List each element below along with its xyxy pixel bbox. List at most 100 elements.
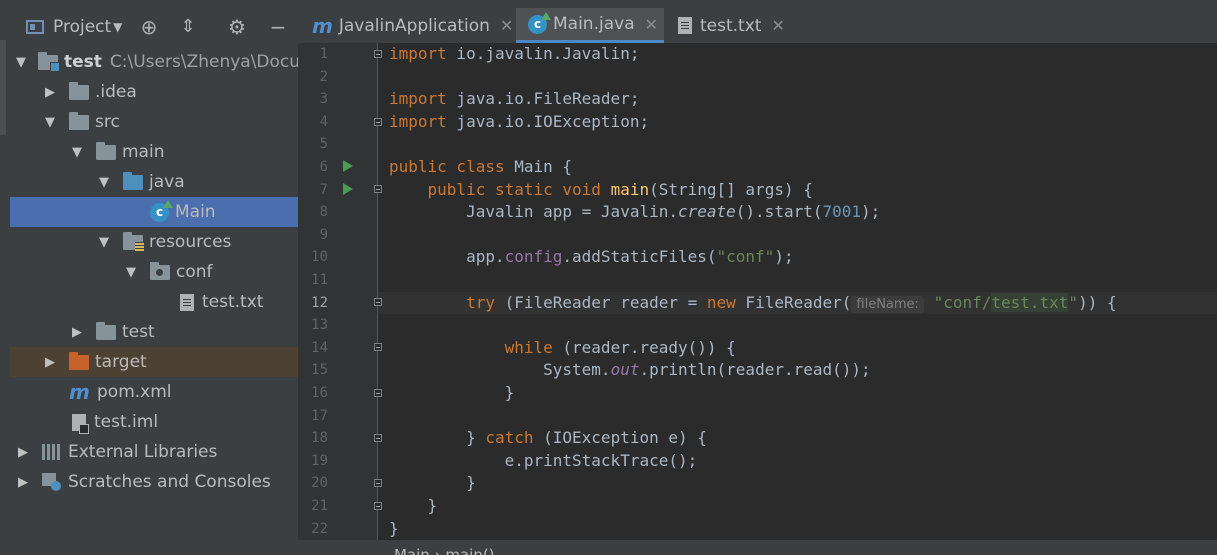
- tree-item-label: test.txt: [202, 292, 264, 312]
- expand-arrow-icon[interactable]: ▼: [43, 115, 57, 130]
- line-number: 14: [311, 339, 328, 356]
- run-icon[interactable]: [343, 183, 353, 195]
- tree-item-scratches[interactable]: ▶ Scratches and Consoles: [10, 467, 304, 497]
- line-number: 2: [319, 68, 328, 85]
- expand-arrow-icon[interactable]: ▶: [43, 85, 57, 100]
- excluded-folder-icon: [69, 351, 89, 370]
- fold-marker-icon[interactable]: [374, 185, 382, 193]
- fold-marker-icon[interactable]: [374, 434, 382, 442]
- code-line-12: try (FileReader reader = new FileReader(…: [466, 292, 1117, 313]
- hide-panel-icon[interactable]: −: [267, 16, 289, 38]
- tree-item-label: test.iml: [94, 412, 159, 432]
- tab-javalinapplication[interactable]: m JavalinApplication ✕: [312, 8, 513, 43]
- project-title: Project: [53, 17, 112, 37]
- project-toolbar: Project ▼ ⊕ ⇕ ⚙ −: [10, 8, 298, 46]
- line-number: 10: [311, 249, 328, 266]
- project-icon: [26, 20, 44, 34]
- tree-item-label: External Libraries: [68, 442, 218, 462]
- line-number: 3: [319, 91, 328, 108]
- folder-icon: [150, 261, 170, 280]
- project-view-selector[interactable]: Project ▼: [26, 16, 122, 38]
- fold-marker-icon[interactable]: [374, 389, 382, 397]
- expand-arrow-icon[interactable]: ▶: [16, 475, 30, 490]
- breadcrumb[interactable]: Main › main(): [298, 540, 1217, 555]
- tree-item-label: Scratches and Consoles: [68, 472, 271, 492]
- maven-icon: m: [312, 13, 333, 38]
- expand-arrow-icon[interactable]: ▼: [124, 265, 138, 280]
- tab-test-txt[interactable]: test.txt ✕: [678, 8, 808, 43]
- code-line-10: app.config.addStaticFiles("conf");: [466, 247, 794, 267]
- tree-item-label: .idea: [95, 82, 137, 102]
- close-icon[interactable]: ✕: [500, 16, 513, 35]
- expand-arrow-icon[interactable]: ▼: [97, 175, 111, 190]
- text-file-icon: [180, 293, 194, 311]
- text-file-icon: [678, 17, 692, 34]
- parameter-hint: fileName:: [851, 295, 924, 313]
- expand-arrow-icon[interactable]: ▼: [97, 235, 111, 250]
- code-line-21: }: [427, 496, 438, 515]
- line-number: 21: [311, 498, 328, 514]
- locate-icon[interactable]: ⊕: [138, 16, 160, 38]
- line-number: 9: [319, 226, 328, 243]
- code-line-16: }: [504, 383, 515, 402]
- expand-arrow-icon[interactable]: ▶: [43, 355, 57, 370]
- fold-marker-icon[interactable]: [374, 479, 382, 487]
- gear-icon[interactable]: ⚙: [226, 16, 248, 38]
- code-line-14: while (reader.ready()) {: [504, 337, 736, 357]
- tree-item-label: java: [149, 172, 185, 192]
- close-icon[interactable]: ✕: [645, 15, 658, 34]
- fold-marker-icon[interactable]: [374, 118, 382, 126]
- module-path: C:\Users\Zhenya\Docum: [109, 52, 317, 72]
- expand-arrow-icon[interactable]: ▶: [70, 325, 84, 340]
- code-line-19: e.printStackTrace();: [504, 450, 698, 470]
- line-number: 8: [319, 204, 328, 221]
- tree-item-label: conf: [176, 262, 213, 282]
- folder-icon: [96, 321, 116, 340]
- tree-item-target[interactable]: ▶ target: [10, 347, 331, 377]
- tab-main-java[interactable]: c Main.java ✕: [516, 8, 664, 43]
- fold-marker-icon[interactable]: [374, 502, 382, 510]
- resources-folder-icon: [123, 231, 144, 251]
- line-number: 12: [311, 294, 328, 311]
- line-number: 13: [311, 317, 328, 334]
- code-line-22: }: [389, 518, 399, 538]
- tree-item-src[interactable]: ▼ src: [10, 107, 331, 137]
- code-line-15: System.out.println(reader.read());: [543, 360, 871, 380]
- chevron-down-icon: ▼: [113, 20, 123, 34]
- run-icon[interactable]: [343, 160, 353, 172]
- expand-arrow-icon[interactable]: ▼: [16, 55, 26, 70]
- collapse-all-icon[interactable]: ⇕: [177, 16, 199, 38]
- current-line-highlight: try (FileReader reader = new FileReader(…: [378, 291, 1217, 315]
- tree-item-label: test: [122, 322, 155, 342]
- tree-item-label: Main: [175, 202, 216, 222]
- expand-arrow-icon[interactable]: ▼: [70, 145, 84, 160]
- code-line-4: import java.io.IOException;: [389, 111, 650, 131]
- tree-item-label: pom.xml: [97, 382, 172, 402]
- code-line-7: public static void main(String[] args) {: [427, 179, 813, 199]
- project-tool-window-button[interactable]: [0, 40, 6, 135]
- line-number: 17: [311, 407, 328, 424]
- fold-marker-icon[interactable]: [374, 343, 382, 351]
- fold-marker-icon[interactable]: [374, 50, 382, 58]
- module-file-icon: [72, 413, 89, 434]
- editor-tabs: m JavalinApplication ✕ c Main.java ✕ tes…: [298, 0, 1217, 44]
- code-line-18: } catch (IOException e) {: [466, 428, 707, 448]
- tree-item-idea[interactable]: ▶ .idea: [10, 77, 331, 107]
- line-number: 7: [319, 181, 328, 198]
- code-editor[interactable]: import io.javalin.Javalin; import java.i…: [378, 43, 1217, 540]
- tree-item-external-libraries[interactable]: ▶ External Libraries: [10, 437, 304, 467]
- expand-arrow-icon[interactable]: ▶: [16, 445, 30, 460]
- java-class-icon: c: [150, 199, 173, 222]
- line-number: 20: [311, 475, 328, 492]
- code-line-20: }: [466, 473, 476, 493]
- tree-item-label: src: [95, 112, 120, 132]
- tab-label: JavalinApplication: [338, 15, 490, 36]
- code-line-8: Javalin app = Javalin.create().start(700…: [466, 202, 881, 222]
- tree-item-label: main: [122, 142, 165, 162]
- close-icon[interactable]: ✕: [771, 16, 784, 35]
- line-number: 6: [319, 159, 328, 175]
- tree-item-test-module[interactable]: ▼ test C:\Users\Zhenya\Docum: [10, 47, 317, 77]
- fold-marker-icon[interactable]: [374, 298, 382, 306]
- line-number: 19: [311, 452, 328, 469]
- java-class-icon: c: [528, 11, 551, 34]
